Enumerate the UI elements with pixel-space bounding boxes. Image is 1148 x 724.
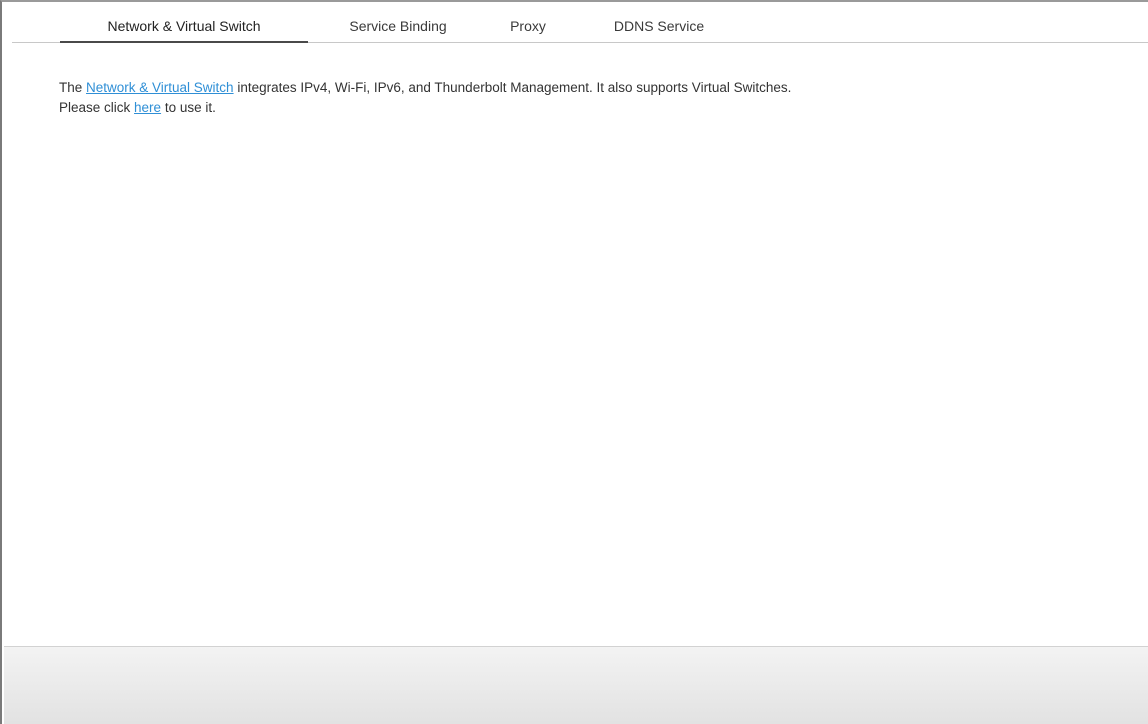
footer-bar: [4, 646, 1148, 724]
info-line-2-prefix: Please click: [59, 100, 135, 115]
info-line-2: Please click here to use it.: [59, 98, 1119, 118]
here-link[interactable]: here: [134, 100, 161, 115]
tab-network-virtual-switch[interactable]: Network & Virtual Switch: [60, 10, 308, 43]
info-message: The Network & Virtual Switch integrates …: [59, 78, 1119, 118]
tab-proxy[interactable]: Proxy: [496, 10, 560, 41]
info-line-1: The Network & Virtual Switch integrates …: [59, 78, 1119, 98]
info-line-1-suffix: integrates IPv4, Wi-Fi, IPv6, and Thunde…: [233, 80, 792, 95]
tab-bar: Network & Virtual Switch Service Binding…: [12, 10, 1148, 43]
tab-ddns-service[interactable]: DDNS Service: [598, 10, 720, 41]
info-line-1-prefix: The: [59, 80, 87, 95]
info-line-2-suffix: to use it.: [161, 100, 216, 115]
network-settings-panel: Network & Virtual Switch Service Binding…: [0, 0, 1148, 724]
tab-service-binding[interactable]: Service Binding: [332, 10, 464, 41]
network-virtual-switch-link[interactable]: Network & Virtual Switch: [86, 80, 234, 95]
